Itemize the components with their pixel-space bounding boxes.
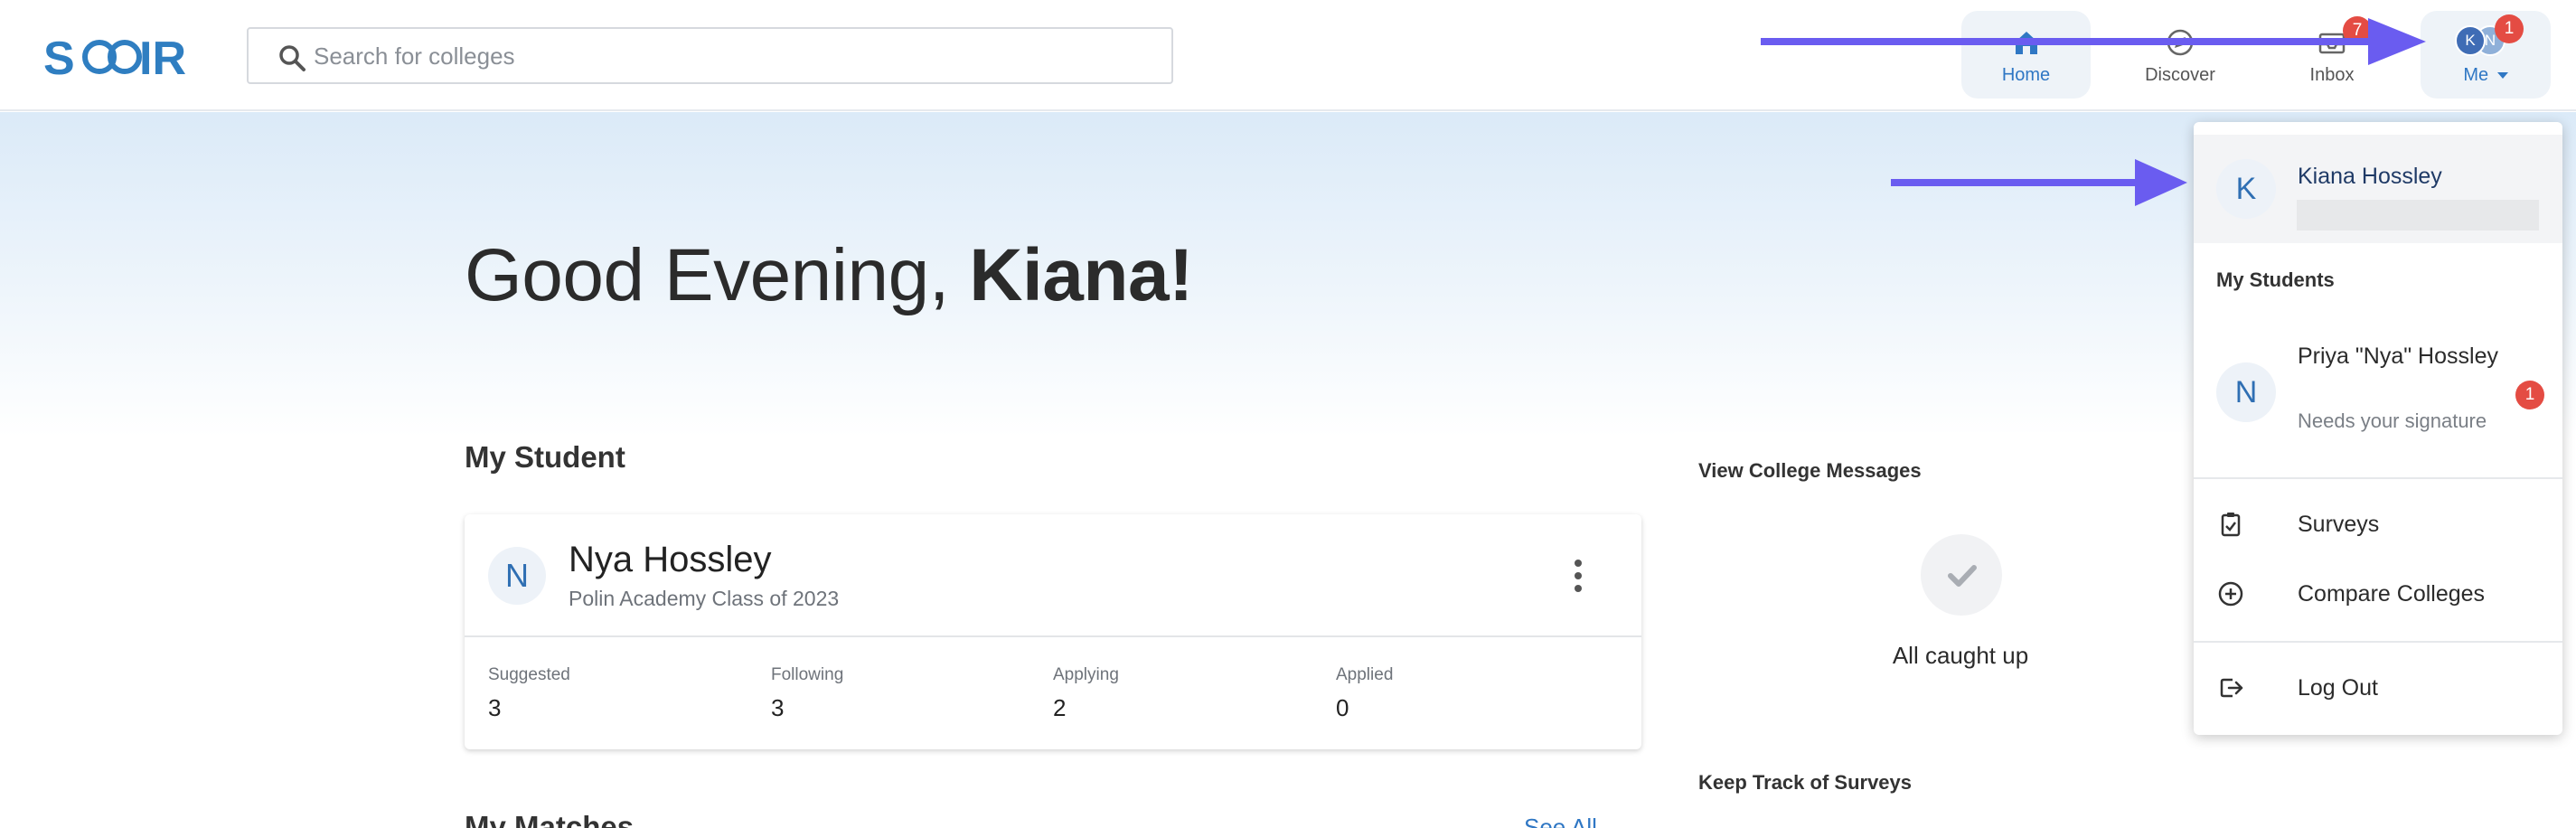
student-avatar: N bbox=[488, 547, 546, 605]
logout-icon bbox=[2220, 678, 2243, 698]
greeting-name: Kiana! bbox=[969, 234, 1193, 316]
student-menu-avatar: N bbox=[2216, 362, 2276, 422]
search-icon bbox=[279, 45, 306, 71]
account-header[interactable]: K Kiana Hossley bbox=[2194, 135, 2562, 243]
redacted-email bbox=[2297, 200, 2539, 231]
stat-value: 0 bbox=[1336, 694, 1349, 721]
plus-circle-icon bbox=[2218, 581, 2243, 607]
stat-applied[interactable]: Applied 0 bbox=[1336, 665, 1393, 722]
hero-background bbox=[0, 112, 2576, 438]
stat-following[interactable]: Following 3 bbox=[771, 665, 843, 722]
greeting-prefix: Good Evening, bbox=[465, 234, 970, 316]
nav-me-text: Me bbox=[2463, 65, 2489, 85]
svg-text:IR: IR bbox=[139, 33, 186, 81]
see-all-link[interactable]: See All bbox=[1524, 814, 1597, 828]
annotation-arrow-me bbox=[1761, 18, 2426, 65]
college-messages-card[interactable]: View College Messages All caught up bbox=[1674, 432, 2247, 721]
clipboard-check-icon bbox=[2221, 513, 2241, 537]
menu-item-label: Surveys bbox=[2298, 512, 2380, 537]
stat-suggested[interactable]: Suggested 3 bbox=[488, 665, 570, 722]
scoir-logo[interactable]: S IR bbox=[43, 31, 193, 81]
user-name: Kiana Hossley bbox=[2298, 164, 2442, 189]
svg-text:S: S bbox=[43, 33, 77, 81]
menu-item-log-out[interactable]: Log Out bbox=[2194, 661, 2562, 715]
stat-label: Following bbox=[771, 665, 844, 684]
menu-divider bbox=[2194, 477, 2562, 479]
student-name: Nya Hossley bbox=[569, 540, 772, 579]
check-badge bbox=[1921, 534, 2002, 616]
account-dropdown: K Kiana Hossley My Students N Priya "Nya… bbox=[2194, 122, 2562, 735]
menu-item-surveys[interactable]: Surveys bbox=[2194, 497, 2562, 551]
my-students-heading: My Students bbox=[2216, 268, 2335, 291]
caret-down-icon bbox=[2496, 71, 2508, 79]
stat-applying[interactable]: Applying 2 bbox=[1053, 665, 1119, 722]
avatar-k: K bbox=[2455, 25, 2486, 56]
messages-status: All caught up bbox=[1892, 642, 2029, 669]
menu-item-label: Compare Colleges bbox=[2298, 581, 2486, 607]
user-avatar: K bbox=[2216, 159, 2276, 219]
me-badge: 1 bbox=[2495, 14, 2524, 43]
annotation-arrow-user bbox=[1891, 159, 2187, 206]
surveys-card[interactable]: Keep Track of Surveys bbox=[1674, 744, 2247, 828]
menu-item-label: Log Out bbox=[2298, 675, 2378, 701]
card-divider bbox=[465, 635, 1641, 637]
college-messages-title: View College Messages bbox=[1698, 459, 1922, 482]
stat-value: 2 bbox=[1053, 694, 1067, 721]
nav-me-label: Me bbox=[2421, 65, 2551, 86]
menu-divider bbox=[2194, 641, 2562, 643]
student-menu-name: Priya "Nya" Hossley bbox=[2298, 343, 2498, 369]
stat-label: Applying bbox=[1053, 665, 1119, 684]
surveys-card-title: Keep Track of Surveys bbox=[1698, 771, 1913, 794]
more-options-icon[interactable] bbox=[1569, 558, 1587, 594]
student-menu-badge: 1 bbox=[2515, 381, 2544, 409]
stat-value: 3 bbox=[771, 694, 785, 721]
search-input[interactable] bbox=[314, 36, 1145, 76]
stat-value: 3 bbox=[488, 694, 502, 721]
student-menu-note: Needs your signature bbox=[2298, 409, 2487, 432]
stat-label: Applied bbox=[1336, 665, 1394, 684]
menu-item-compare-colleges[interactable]: Compare Colleges bbox=[2194, 567, 2562, 621]
check-icon bbox=[1948, 565, 1977, 587]
greeting-heading: Good Evening, Kiana! bbox=[465, 233, 1193, 318]
student-school: Polin Academy Class of 2023 bbox=[569, 587, 840, 610]
nav-me[interactable]: K N 1 Me bbox=[2421, 11, 2551, 99]
student-card[interactable]: N Nya Hossley Polin Academy Class of 202… bbox=[465, 514, 1641, 749]
my-matches-title: My Matches bbox=[465, 810, 635, 828]
stat-label: Suggested bbox=[488, 665, 570, 684]
my-student-title: My Student bbox=[465, 440, 625, 474]
college-search[interactable] bbox=[247, 27, 1173, 84]
